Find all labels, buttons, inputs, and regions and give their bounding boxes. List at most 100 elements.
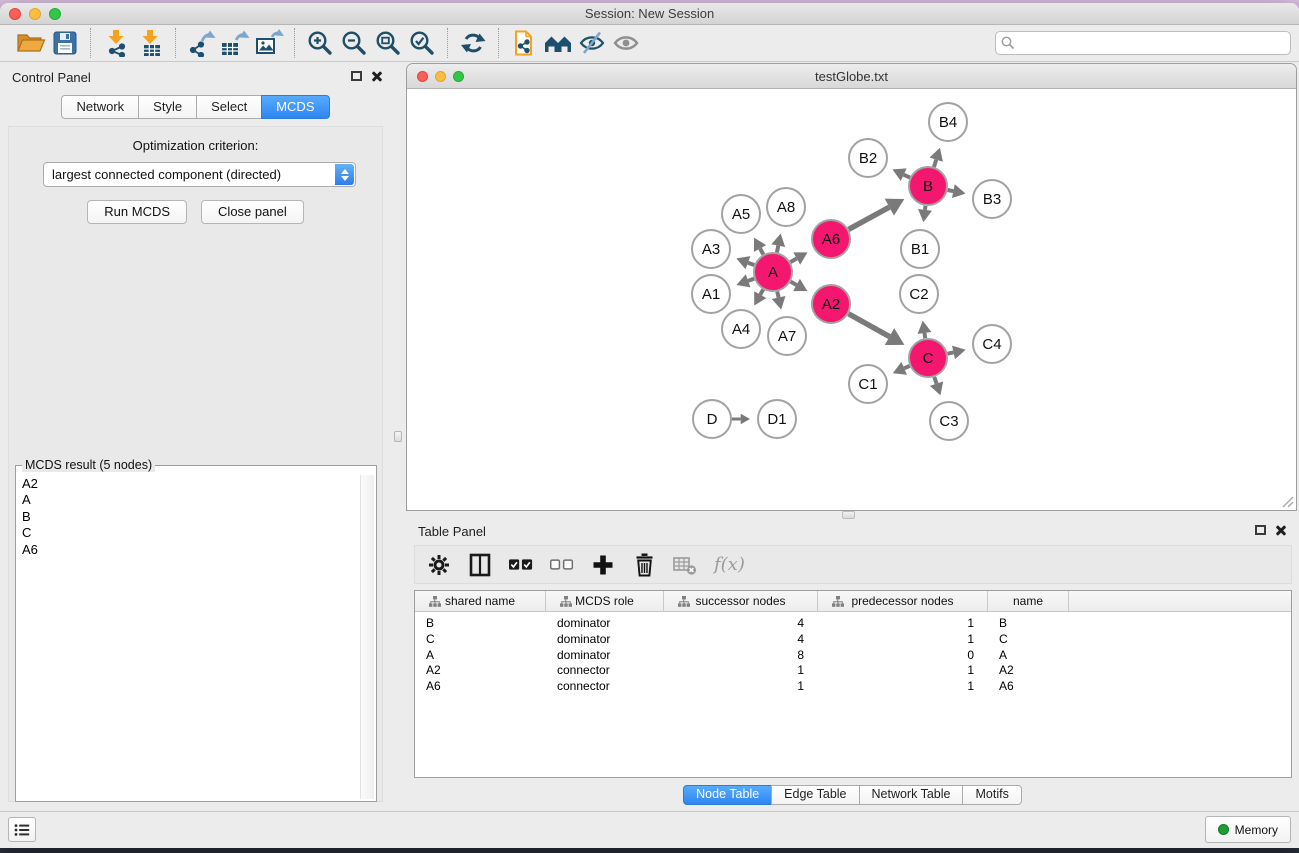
edge-D-D1[interactable] [732,414,750,425]
table-row[interactable]: Adominator80A [415,648,1291,664]
float-panel-icon[interactable] [1255,525,1266,535]
run-mcds-button[interactable]: Run MCDS [87,200,187,224]
memory-button[interactable]: Memory [1205,816,1291,843]
edge-A-A6[interactable] [790,252,807,264]
search-input[interactable] [995,31,1291,55]
resize-corner-icon[interactable] [1282,496,1294,508]
edge-C-C2[interactable] [918,321,932,338]
node-C2[interactable]: C2 [900,275,938,313]
node-C3[interactable]: C3 [930,402,968,440]
apply-layout-icon[interactable] [456,28,490,58]
column-header-mcds-role[interactable]: MCDS role [546,591,664,611]
node-C1[interactable]: C1 [849,365,887,403]
node-D1[interactable]: D1 [758,400,796,438]
node-B1[interactable]: B1 [901,230,939,268]
mcds-result-item[interactable]: C [18,525,359,541]
mcds-result-item[interactable]: A6 [18,542,359,558]
table-row[interactable]: A6connector11A6 [415,679,1291,695]
tab-style[interactable]: Style [138,95,197,119]
float-panel-icon[interactable] [351,71,362,81]
network-overview-icon[interactable] [541,28,575,58]
close-panel-icon[interactable] [1275,524,1287,536]
export-network-icon[interactable] [184,28,218,58]
column-header-shared-name[interactable]: shared name [415,591,546,611]
node-C4[interactable]: C4 [973,325,1011,363]
mcds-result-item[interactable]: A [18,492,359,508]
edge-C-C1[interactable] [893,362,910,375]
node-C[interactable]: C [909,339,947,377]
edge-C-C4[interactable] [948,346,966,360]
edge-B-B4[interactable] [930,148,943,167]
column-header-successor-nodes[interactable]: successor nodes [664,591,818,611]
column-header-predecessor-nodes[interactable]: predecessor nodes [818,591,988,611]
node-A5[interactable]: A5 [722,195,760,233]
task-history-button[interactable] [8,817,36,842]
create-new-column-icon[interactable] [591,553,615,577]
table-settings-icon[interactable] [427,553,451,577]
tab-node-table[interactable]: Node Table [683,785,772,805]
edge-B-B1[interactable] [918,206,932,222]
divider-grabber[interactable] [394,431,402,442]
table-row[interactable]: Cdominator41C [415,632,1291,648]
select-all-columns-icon[interactable] [509,553,533,577]
mcds-result-scrollbar[interactable] [360,475,374,799]
node-A4[interactable]: A4 [722,310,760,348]
node-D[interactable]: D [693,400,731,438]
show-columns-icon[interactable] [468,553,492,577]
edge-B-B3[interactable] [948,184,966,198]
delete-columns-icon[interactable] [632,553,656,577]
node-A3[interactable]: A3 [692,230,730,268]
close-panel-icon[interactable] [371,70,383,82]
edge-A-A7[interactable] [772,292,786,310]
edge-A2-C[interactable] [848,314,904,345]
zoom-selected-icon[interactable] [405,28,439,58]
node-A6[interactable]: A6 [812,220,850,258]
edge-A-A8[interactable] [771,233,785,252]
edge-A-A3[interactable] [736,256,754,269]
hide-graphics-details-icon[interactable] [575,28,609,58]
node-A8[interactable]: A8 [767,188,805,226]
edge-C-C3[interactable] [930,377,943,395]
tab-motifs[interactable]: Motifs [962,785,1021,805]
edge-A-A4[interactable] [754,289,766,305]
edge-A6-B[interactable] [849,199,905,230]
vertical-split-divider[interactable] [391,62,406,811]
node-B3[interactable]: B3 [973,180,1011,218]
zoom-in-icon[interactable] [303,28,337,58]
node-A2[interactable]: A2 [812,285,850,323]
mcds-result-item[interactable]: A2 [18,476,359,492]
tab-network[interactable]: Network [61,95,139,119]
import-network-icon[interactable] [99,28,133,58]
node-B[interactable]: B [909,167,947,205]
edge-A-A1[interactable] [736,274,754,287]
node-A[interactable]: A [754,253,792,291]
save-session-icon[interactable] [48,28,82,58]
edge-B-B2[interactable] [892,168,909,181]
table-row[interactable]: Bdominator41B [415,616,1291,632]
close-panel-button[interactable]: Close panel [201,200,304,224]
network-window-titlebar[interactable]: testGlobe.txt [407,64,1296,89]
tab-select[interactable]: Select [196,95,262,119]
new-network-from-selection-icon[interactable] [507,28,541,58]
network-canvas[interactable]: AA1A2A3A4A5A6A7A8BB1B2B3B4CC1C2C3C4DD1 [407,90,1296,510]
mcds-result-item[interactable]: B [18,509,359,525]
tab-edge-table[interactable]: Edge Table [771,785,859,805]
node-B2[interactable]: B2 [849,139,887,177]
deselect-all-columns-icon[interactable] [550,553,574,577]
export-table-icon[interactable] [218,28,252,58]
zoom-fit-icon[interactable] [371,28,405,58]
table-row[interactable]: A2connector11A2 [415,663,1291,679]
edge-A-A2[interactable] [791,279,808,291]
export-image-icon[interactable] [252,28,286,58]
edge-A-A5[interactable] [754,238,766,255]
show-graphics-details-icon[interactable] [609,28,643,58]
import-table-icon[interactable] [133,28,167,58]
divider-grabber[interactable] [842,511,855,519]
horizontal-split-divider[interactable] [406,511,1299,519]
open-session-icon[interactable] [14,28,48,58]
tab-network-table[interactable]: Network Table [859,785,964,805]
criterion-select[interactable]: largest connected component (directed) [43,162,356,187]
node-A1[interactable]: A1 [692,275,730,313]
node-B4[interactable]: B4 [929,103,967,141]
zoom-out-icon[interactable] [337,28,371,58]
